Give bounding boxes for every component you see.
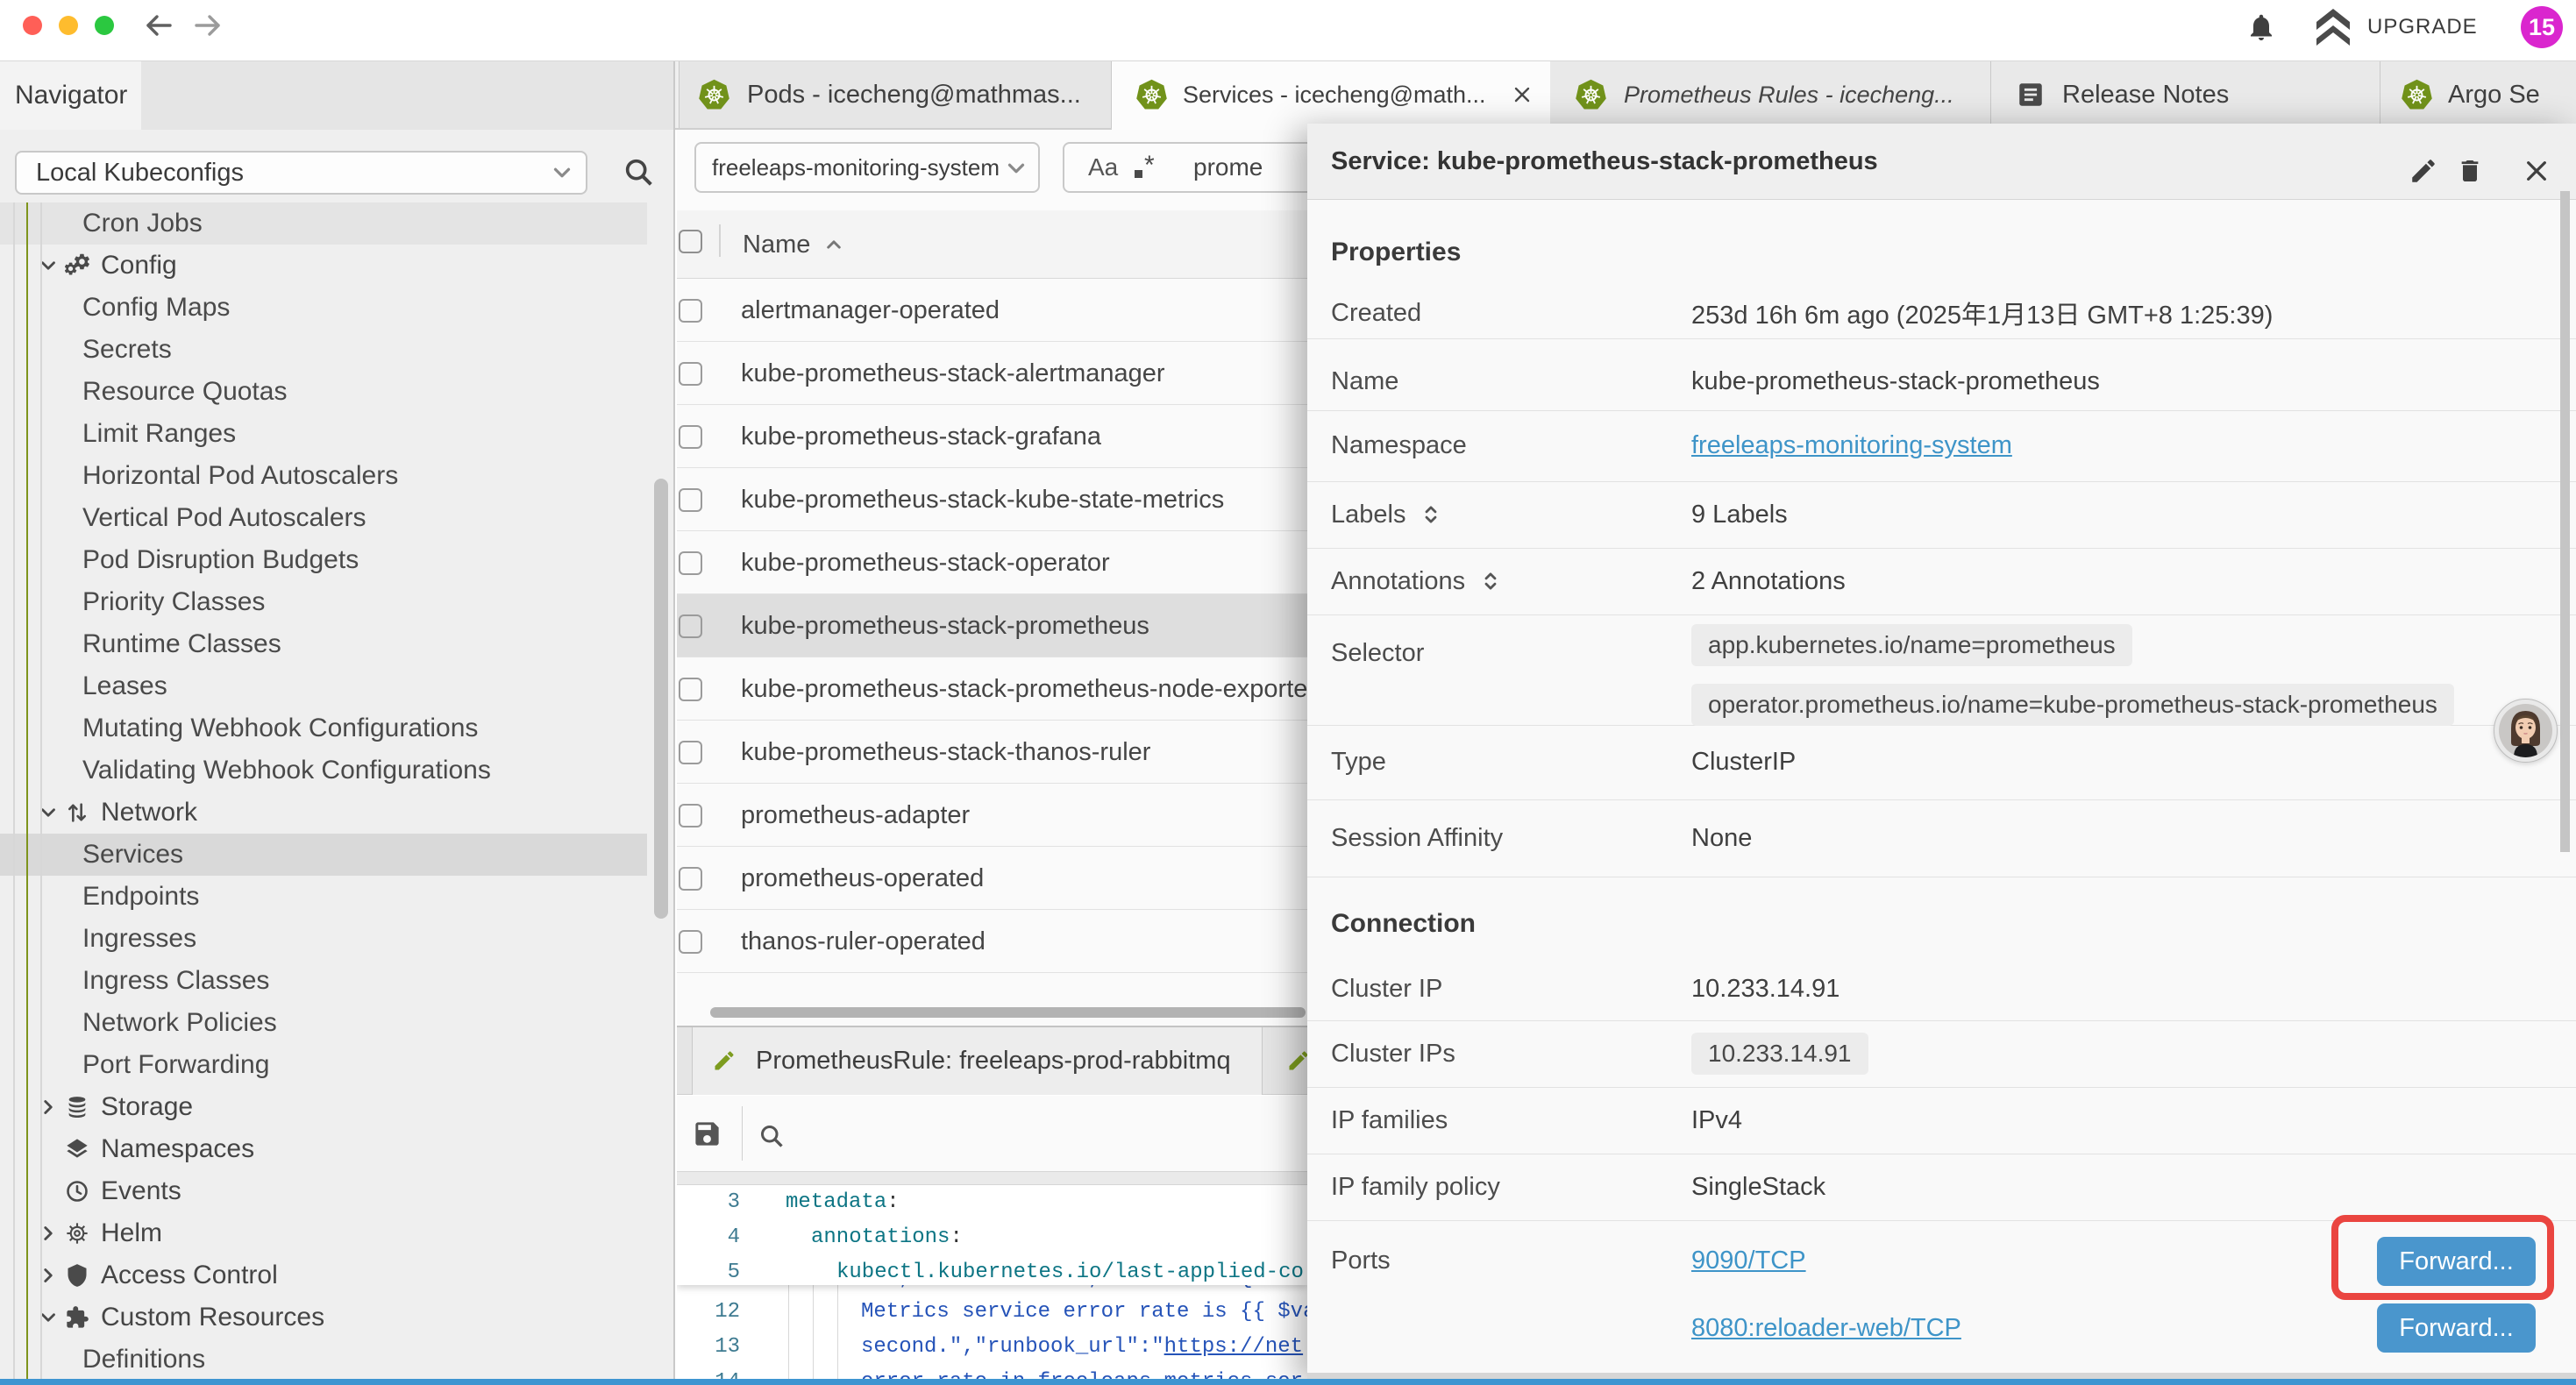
svg-text:*: * <box>1144 154 1155 180</box>
